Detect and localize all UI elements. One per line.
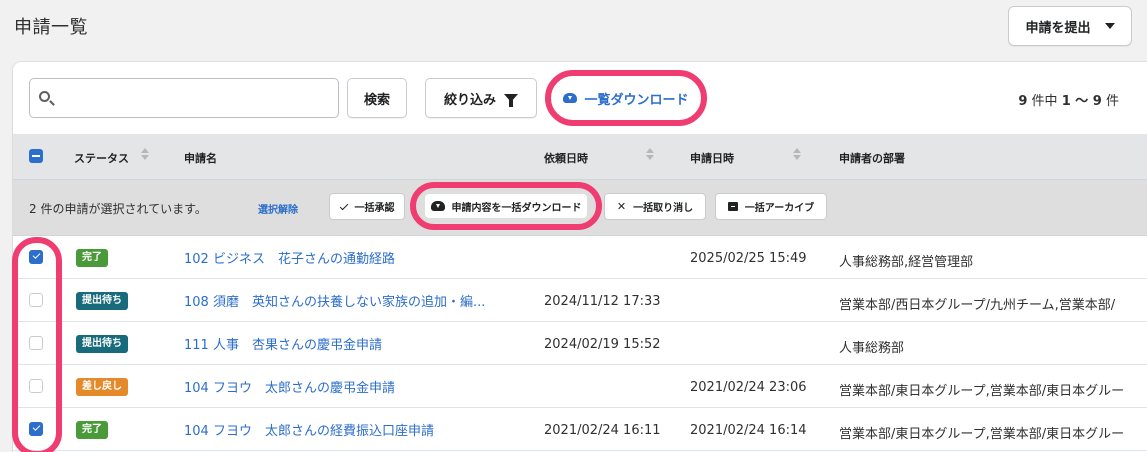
- close-icon: ✕: [616, 200, 627, 213]
- requested-at: 2024/11/12 17:33: [544, 294, 661, 309]
- column-header-status[interactable]: ステータス: [74, 150, 129, 166]
- table-row[interactable]: 完了 104 フヨウ 太郎さんの経費振込口座申請 2021/02/24 16:11 2…: [13, 408, 1147, 451]
- filter-button[interactable]: 絞り込み: [425, 78, 537, 118]
- request-title-link[interactable]: 102 ビジネス 花子さんの通勤経路: [184, 248, 395, 267]
- download-list-link[interactable]: 一覧ダウンロード: [545, 70, 707, 126]
- count-range: 1 〜 9: [1061, 94, 1102, 109]
- selected-count-text: 2 件の申請が選択されています。: [29, 202, 207, 216]
- request-title-link[interactable]: 108 須磨 英知さんの扶養しない家族の追加・編...: [184, 291, 485, 310]
- cloud-download-icon: [563, 93, 578, 103]
- table-row[interactable]: 完了 102 ビジネス 花子さんの通勤経路 2025/02/25 15:49 人事総務…: [13, 236, 1147, 279]
- bulk-cancel-button[interactable]: ✕ 一括取り消し: [604, 193, 706, 220]
- bulk-archive-label: 一括アーカイブ: [744, 203, 815, 214]
- count-unit: 件中: [1031, 94, 1058, 109]
- bulk-archive-button[interactable]: 一括アーカイブ: [715, 193, 827, 220]
- column-header-applied-at[interactable]: 申請日時: [690, 150, 734, 166]
- column-header-requested-at[interactable]: 依頼日時: [544, 150, 588, 166]
- request-title-link[interactable]: 111 人事 杏果さんの慶弔金申請: [184, 334, 382, 353]
- search-button[interactable]: 検索: [347, 78, 407, 118]
- department: 人事総務部,経営管理部: [839, 255, 974, 270]
- check-icon: [339, 201, 348, 210]
- bulk-download-label: 申請内容を一括ダウンロード: [451, 202, 582, 214]
- result-count: 9 件中 1 〜 9 件: [1018, 90, 1119, 109]
- applied-at: 2021/02/24 16:14: [690, 423, 807, 438]
- requested-at: 2021/02/24 16:11: [544, 423, 661, 438]
- table-header: ステータス 申請名 依頼日時 申請日時 申請者の部署: [13, 134, 1147, 180]
- download-list-label: 一覧ダウンロード: [584, 92, 689, 108]
- status-badge: 完了: [76, 249, 108, 267]
- requested-at: 2024/02/19 15:52: [544, 337, 661, 352]
- table-row[interactable]: 提出待ち 108 須磨 英知さんの扶養しない家族の追加・編... 2024/11/1…: [13, 279, 1147, 322]
- sort-icon[interactable]: [646, 148, 654, 162]
- department: 営業本部/東日本グループ,営業本部/東日本グルー: [839, 384, 1125, 399]
- department: 営業本部/東日本グループ,営業本部/東日本グルー: [839, 427, 1125, 442]
- bulk-cancel-label: 一括取り消し: [633, 203, 694, 214]
- column-header-title[interactable]: 申請名: [184, 150, 217, 166]
- highlight-ring: [12, 237, 62, 452]
- deselect-link[interactable]: 選択解除: [258, 201, 298, 216]
- count-suffix: 件: [1105, 94, 1119, 109]
- table-row[interactable]: 提出待ち 111 人事 杏果さんの慶弔金申請 2024/02/19 15:52 人事総…: [13, 322, 1147, 365]
- requests-card: 検索 絞り込み 一覧ダウンロード 9 件中 1 〜 9 件 ステータス 申請名 …: [13, 62, 1147, 452]
- highlight-ring: 申請内容を一括ダウンロード: [410, 182, 602, 230]
- submit-request-label: 申請を提出: [1025, 20, 1091, 36]
- cloud-download-icon: [430, 201, 445, 211]
- applied-at: 2021/02/24 23:06: [690, 380, 807, 395]
- filter-button-label: 絞り込み: [443, 92, 496, 108]
- table-row[interactable]: 差し戻し 104 フヨウ 太郎さんの慶弔金申請 2021/02/24 23:06 営業…: [13, 365, 1147, 408]
- status-badge: 提出待ち: [76, 335, 128, 353]
- request-title-link[interactable]: 104 フヨウ 太郎さんの経費振込口座申請: [184, 420, 434, 439]
- department: 営業本部/西日本グループ/九州チーム,営業本部/: [839, 298, 1116, 313]
- archive-icon: [727, 202, 738, 211]
- sort-icon[interactable]: [793, 148, 801, 162]
- column-header-department[interactable]: 申請者の部署: [839, 150, 905, 166]
- status-badge: 差し戻し: [76, 378, 128, 396]
- bulk-approve-button[interactable]: 一括承認: [329, 193, 405, 220]
- search-button-label: 検索: [363, 92, 390, 108]
- count-total: 9: [1018, 94, 1028, 109]
- department: 人事総務部: [839, 341, 905, 356]
- status-badge: 完了: [76, 421, 108, 439]
- page-title: 申請一覧: [14, 17, 88, 38]
- filter-icon: [504, 94, 518, 107]
- bulk-approve-label: 一括承認: [354, 203, 395, 214]
- applied-at: 2025/02/25 15:49: [690, 251, 807, 266]
- chevron-down-icon: [1104, 23, 1115, 29]
- sort-icon[interactable]: [141, 148, 149, 162]
- status-badge: 提出待ち: [76, 292, 128, 310]
- bulk-download-button[interactable]: 申請内容を一括ダウンロード: [425, 194, 587, 218]
- request-title-link[interactable]: 104 フヨウ 太郎さんの慶弔金申請: [184, 377, 395, 396]
- select-all-checkbox[interactable]: [29, 149, 43, 163]
- submit-request-button[interactable]: 申請を提出: [1008, 6, 1132, 46]
- search-icon: [39, 91, 50, 102]
- search-input[interactable]: [60, 79, 335, 117]
- search-field[interactable]: [29, 78, 339, 118]
